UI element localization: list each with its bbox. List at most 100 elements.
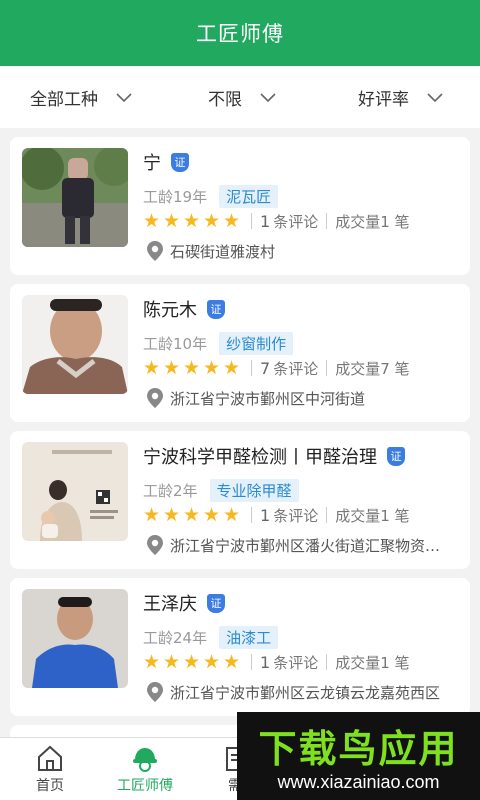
divider (251, 360, 252, 376)
tab-home-label: 首页 (36, 778, 64, 794)
home-icon (38, 745, 62, 771)
worker-meta: 工龄19年 泥瓦匠 (143, 185, 279, 208)
divider (326, 654, 328, 670)
worker-photo (22, 442, 128, 541)
address-text: 浙江省宁波市鄞州区潘火街道汇聚物资… (170, 536, 441, 555)
divider (251, 507, 252, 523)
hard-hat-icon (133, 748, 157, 772)
worker-meta: 工龄2年 专业除甲醛 (143, 479, 299, 502)
review-count: 1 (260, 505, 271, 525)
worker-name: 宁波科学甲醛检测丨甲醛治理 证 (143, 443, 405, 469)
location-pin-icon (147, 388, 163, 408)
page-title: 工匠师傅 (196, 22, 284, 46)
certified-badge-icon: 证 (171, 152, 189, 172)
chevron-down-icon (427, 93, 443, 103)
tab-craftsmen-label: 工匠师傅 (117, 778, 173, 794)
rating-row: ★ ★ ★ ★ ★ 1 条评论 成交量1 笔 (143, 504, 410, 526)
work-years: 工龄2年 (143, 482, 198, 500)
filter-range-dropdown[interactable]: 不限 (208, 66, 278, 128)
review-unit: 条评论 (273, 506, 319, 525)
star-icon: ★ (163, 651, 181, 673)
divider (251, 213, 252, 229)
filter-range-label: 不限 (208, 89, 242, 110)
app-header: 工匠师傅 (0, 0, 480, 66)
filter-trade-dropdown[interactable]: 全部工种 (30, 66, 134, 128)
filter-sort-label: 好评率 (358, 89, 409, 110)
rating-row: ★ ★ ★ ★ ★ 7 条评论 成交量7 笔 (143, 357, 410, 379)
work-years: 工龄19年 (143, 188, 208, 206)
review-unit: 条评论 (273, 653, 319, 672)
divider (326, 360, 328, 376)
work-years: 工龄10年 (143, 335, 208, 353)
certified-badge-icon: 证 (387, 446, 405, 466)
star-icon: ★ (223, 651, 241, 673)
trade-tag: 专业除甲醛 (209, 479, 299, 502)
certified-badge-icon: 证 (207, 593, 225, 613)
trade-tag: 油漆工 (219, 626, 279, 649)
star-icon: ★ (223, 210, 241, 232)
worker-photo (22, 295, 128, 394)
review-count: 1 (260, 211, 271, 231)
filter-trade-label: 全部工种 (30, 89, 98, 110)
tab-craftsmen[interactable]: 工匠师傅 (95, 738, 195, 800)
star-icon: ★ (183, 357, 201, 379)
watermark-title: 下载鸟应用 (258, 727, 459, 771)
star-icon: ★ (163, 210, 181, 232)
worker-photo (22, 148, 128, 247)
filter-bar: 全部工种 不限 好评率 (0, 66, 480, 128)
location-pin-icon (147, 535, 163, 555)
watermark-url: www.xiazainiao.com (277, 772, 440, 792)
deal-count: 成交量1 笔 (335, 506, 410, 525)
address-text: 浙江省宁波市鄞州区云龙镇云龙嘉苑西区 (170, 683, 441, 702)
star-icon: ★ (223, 504, 241, 526)
worker-meta: 工龄10年 纱窗制作 (143, 332, 294, 355)
tab-home[interactable]: 首页 (0, 738, 100, 800)
trade-tag: 纱窗制作 (219, 332, 294, 355)
trade-tag: 泥瓦匠 (219, 185, 279, 208)
review-count: 1 (260, 652, 271, 672)
star-icon: ★ (203, 651, 221, 673)
filter-sort-dropdown[interactable]: 好评率 (358, 66, 445, 128)
worker-card[interactable]: 陈元木 证 工龄10年 纱窗制作 ★ ★ ★ ★ ★ 7 条评论 成交量7 笔 浙江省宁… (10, 284, 470, 422)
worker-name: 陈元木 证 (143, 296, 225, 322)
star-icon: ★ (143, 357, 161, 379)
location-pin-icon (147, 241, 163, 261)
deal-count: 成交量7 笔 (335, 359, 410, 378)
rating-row: ★ ★ ★ ★ ★ 1 条评论 成交量1 笔 (143, 651, 410, 673)
star-icon: ★ (183, 210, 201, 232)
star-icon: ★ (183, 504, 201, 526)
star-rating: ★ ★ ★ ★ ★ (143, 651, 243, 673)
star-icon: ★ (143, 504, 161, 526)
watermark-logo: 下载鸟应用 www.xiazainiao.com (237, 712, 480, 800)
divider (251, 654, 252, 670)
worker-meta: 工龄24年 油漆工 (143, 626, 279, 649)
deal-count: 成交量1 笔 (335, 212, 410, 231)
worker-card[interactable]: 宁 证 工龄19年 泥瓦匠 ★ ★ ★ ★ ★ 1 条评论 成交量1 笔 石碶街道雅渡村 (10, 137, 470, 275)
chevron-down-icon (260, 93, 276, 103)
star-icon: ★ (143, 210, 161, 232)
deal-count: 成交量1 笔 (335, 653, 410, 672)
review-count: 7 (260, 358, 271, 378)
address-text: 浙江省宁波市鄞州区中河街道 (170, 389, 366, 408)
worker-location: 浙江省宁波市鄞州区云龙镇云龙嘉苑西区 (146, 681, 440, 703)
worker-card[interactable]: 宁波科学甲醛检测丨甲醛治理 证 工龄2年 专业除甲醛 ★ ★ ★ ★ ★ 1 条评论 成… (10, 431, 470, 569)
chevron-down-icon (116, 93, 132, 103)
work-years: 工龄24年 (143, 629, 208, 647)
rating-row: ★ ★ ★ ★ ★ 1 条评论 成交量1 笔 (143, 210, 410, 232)
divider (326, 507, 328, 523)
address-text: 石碶街道雅渡村 (170, 242, 276, 261)
worker-card[interactable]: 王泽庆 证 工龄24年 油漆工 ★ ★ ★ ★ ★ 1 条评论 成交量1 笔 浙江省宁波… (10, 578, 470, 716)
worker-photo (22, 589, 128, 688)
review-unit: 条评论 (273, 212, 319, 231)
certified-badge-icon: 证 (207, 299, 225, 319)
star-icon: ★ (203, 357, 221, 379)
star-icon: ★ (163, 357, 181, 379)
worker-name: 宁 证 (143, 149, 189, 175)
star-icon: ★ (203, 504, 221, 526)
star-icon: ★ (223, 357, 241, 379)
star-icon: ★ (163, 504, 181, 526)
star-rating: ★ ★ ★ ★ ★ (143, 504, 243, 526)
location-pin-icon (147, 682, 163, 702)
worker-location: 浙江省宁波市鄞州区潘火街道汇聚物资… (146, 534, 440, 556)
divider (326, 213, 328, 229)
